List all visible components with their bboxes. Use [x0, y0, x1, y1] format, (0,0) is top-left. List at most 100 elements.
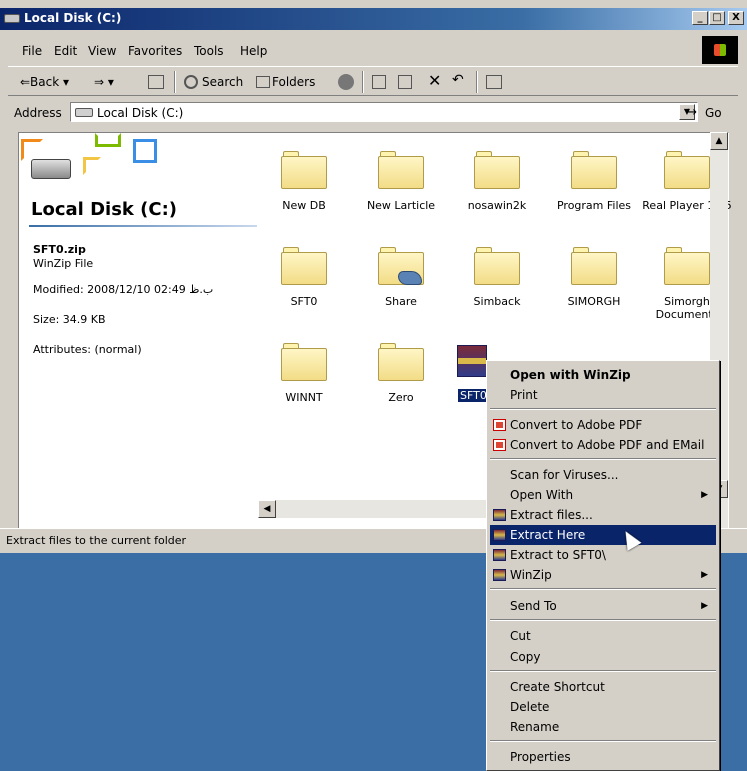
- search-button[interactable]: Search: [202, 75, 243, 89]
- history-icon[interactable]: [338, 74, 354, 90]
- details-pane: Local Disk (C:) SFT0.zip WinZip File Mod…: [19, 133, 259, 529]
- menu-item-properties[interactable]: Properties: [490, 747, 716, 767]
- move-to-icon[interactable]: [372, 75, 386, 89]
- menu-item-delete[interactable]: Delete: [490, 697, 716, 717]
- submenu-arrow-icon: ▶: [701, 601, 708, 611]
- window-title: Local Disk (C:): [24, 11, 122, 25]
- item-label: New Larticle: [366, 199, 436, 212]
- winzip-icon: [493, 509, 506, 521]
- submenu-arrow-icon: ▶: [701, 570, 708, 580]
- menu-item-rename[interactable]: Rename: [490, 717, 716, 737]
- item-label: SFT0: [290, 295, 318, 308]
- go-button[interactable]: Go: [705, 106, 722, 120]
- folders-button[interactable]: Folders: [272, 75, 315, 89]
- address-value: Local Disk (C:): [97, 106, 184, 120]
- selected-item-label[interactable]: SFT0: [458, 389, 489, 402]
- menu-favorites[interactable]: Favorites: [128, 44, 182, 58]
- hard-drive-icon: [31, 159, 71, 179]
- file-size: Size: 34.9 KB: [33, 313, 106, 326]
- folder-icon: [281, 247, 327, 285]
- menu-help[interactable]: Help: [240, 44, 267, 58]
- menu-file[interactable]: File: [22, 44, 42, 58]
- file-attributes: Attributes: (normal): [33, 343, 142, 356]
- item-label: SIMORGH: [567, 295, 621, 308]
- undo-icon[interactable]: ↶: [452, 72, 464, 88]
- horizontal-scrollbar[interactable]: ◀: [258, 500, 488, 518]
- menu-item-extract-here[interactable]: Extract Here: [490, 525, 716, 545]
- context-menu: Open with WinZip Print Convert to Adobe …: [486, 360, 720, 771]
- folder-icon: [281, 343, 327, 381]
- toolbar-separator: [476, 71, 478, 93]
- forward-button[interactable]: ⇒ ▾: [94, 75, 114, 89]
- menu-item-scan-for-viruses[interactable]: Scan for Viruses...: [490, 465, 716, 485]
- menu-separator: [490, 670, 716, 672]
- winzip-icon: [493, 569, 506, 581]
- menu-item-extract-to-folder[interactable]: Extract to SFT0\: [490, 545, 716, 565]
- menu-item-open-with-winzip[interactable]: Open with WinZip: [490, 365, 716, 385]
- delete-icon[interactable]: ✕: [428, 71, 441, 90]
- folder-item[interactable]: Share: [356, 247, 446, 327]
- menu-separator: [490, 740, 716, 742]
- menu-separator: [490, 408, 716, 410]
- pdf-icon: [493, 419, 506, 431]
- address-label: Address: [14, 106, 62, 120]
- folder-item[interactable]: Simback: [452, 247, 542, 327]
- menu-separator: [490, 619, 716, 621]
- folder-icon: [474, 151, 520, 189]
- copy-to-icon[interactable]: [398, 75, 412, 89]
- folder-item[interactable]: nosawin2k: [452, 151, 542, 231]
- item-label: WINNT: [285, 391, 323, 404]
- toolbar-separator: [362, 71, 364, 93]
- item-label: nosawin2k: [467, 199, 527, 212]
- views-icon[interactable]: [486, 75, 502, 89]
- folder-item[interactable]: New Larticle: [356, 151, 446, 231]
- folder-icon: [571, 151, 617, 189]
- folder-icon: [378, 151, 424, 189]
- up-folder-icon[interactable]: [148, 75, 164, 89]
- menu-item-convert-to-pdf[interactable]: Convert to Adobe PDF: [490, 415, 716, 435]
- menu-item-extract-files[interactable]: Extract files...: [490, 505, 716, 525]
- toolbar-separator: [174, 71, 176, 93]
- menu-edit[interactable]: Edit: [54, 44, 77, 58]
- modified-date: Modified: 2008/12/10 02:49 ب.ظ: [33, 283, 214, 296]
- folder-item[interactable]: Program Files: [549, 151, 639, 231]
- drive-icon: [75, 108, 93, 117]
- selected-file-name: SFT0.zip: [33, 243, 86, 256]
- share-hand-icon: [398, 271, 422, 285]
- go-arrow-icon: ↪: [686, 105, 697, 120]
- folder-item[interactable]: SFT0: [259, 247, 349, 327]
- folder-icon: [378, 343, 424, 381]
- item-label: New DB: [282, 199, 326, 212]
- menu-item-copy[interactable]: Copy: [490, 647, 716, 667]
- folder-item[interactable]: SIMORGH: [549, 247, 639, 327]
- selected-file-type: WinZip File: [33, 257, 94, 270]
- shared-folder-icon: [378, 247, 424, 285]
- close-button[interactable]: X: [728, 11, 744, 25]
- menu-item-send-to[interactable]: Send To ▶: [490, 596, 716, 616]
- winzip-file-icon: [457, 345, 487, 377]
- maximize-button[interactable]: □: [709, 11, 725, 25]
- pdf-email-icon: [493, 439, 506, 451]
- scroll-left-button[interactable]: ◀: [258, 500, 276, 518]
- menu-item-print[interactable]: Print: [490, 385, 716, 405]
- folder-item[interactable]: New DB: [259, 151, 349, 231]
- menu-item-open-with[interactable]: Open With ▶: [490, 485, 716, 505]
- menu-item-convert-to-pdf-email[interactable]: Convert to Adobe PDF and EMail: [490, 435, 716, 455]
- scroll-up-button[interactable]: ▲: [710, 132, 728, 150]
- menu-item-create-shortcut[interactable]: Create Shortcut: [490, 677, 716, 697]
- menu-tools[interactable]: Tools: [194, 44, 224, 58]
- folder-icon: [571, 247, 617, 285]
- folder-item[interactable]: WINNT: [259, 343, 349, 423]
- menu-item-winzip[interactable]: WinZip ▶: [490, 565, 716, 585]
- back-button[interactable]: ⇐Back ▾: [20, 75, 69, 89]
- title-bar[interactable]: Local Disk (C:) _ □ X: [0, 8, 747, 30]
- drive-icon: [4, 14, 20, 23]
- address-bar: Address Local Disk (C:) ▼ ↪ Go: [8, 100, 747, 124]
- item-label: Share: [385, 295, 417, 308]
- menu-view[interactable]: View: [88, 44, 116, 58]
- winzip-icon: [493, 549, 506, 561]
- item-label: Simback: [473, 295, 521, 308]
- address-input[interactable]: Local Disk (C:) ▼: [70, 102, 698, 122]
- minimize-button[interactable]: _: [692, 11, 708, 25]
- menu-item-cut[interactable]: Cut: [490, 626, 716, 646]
